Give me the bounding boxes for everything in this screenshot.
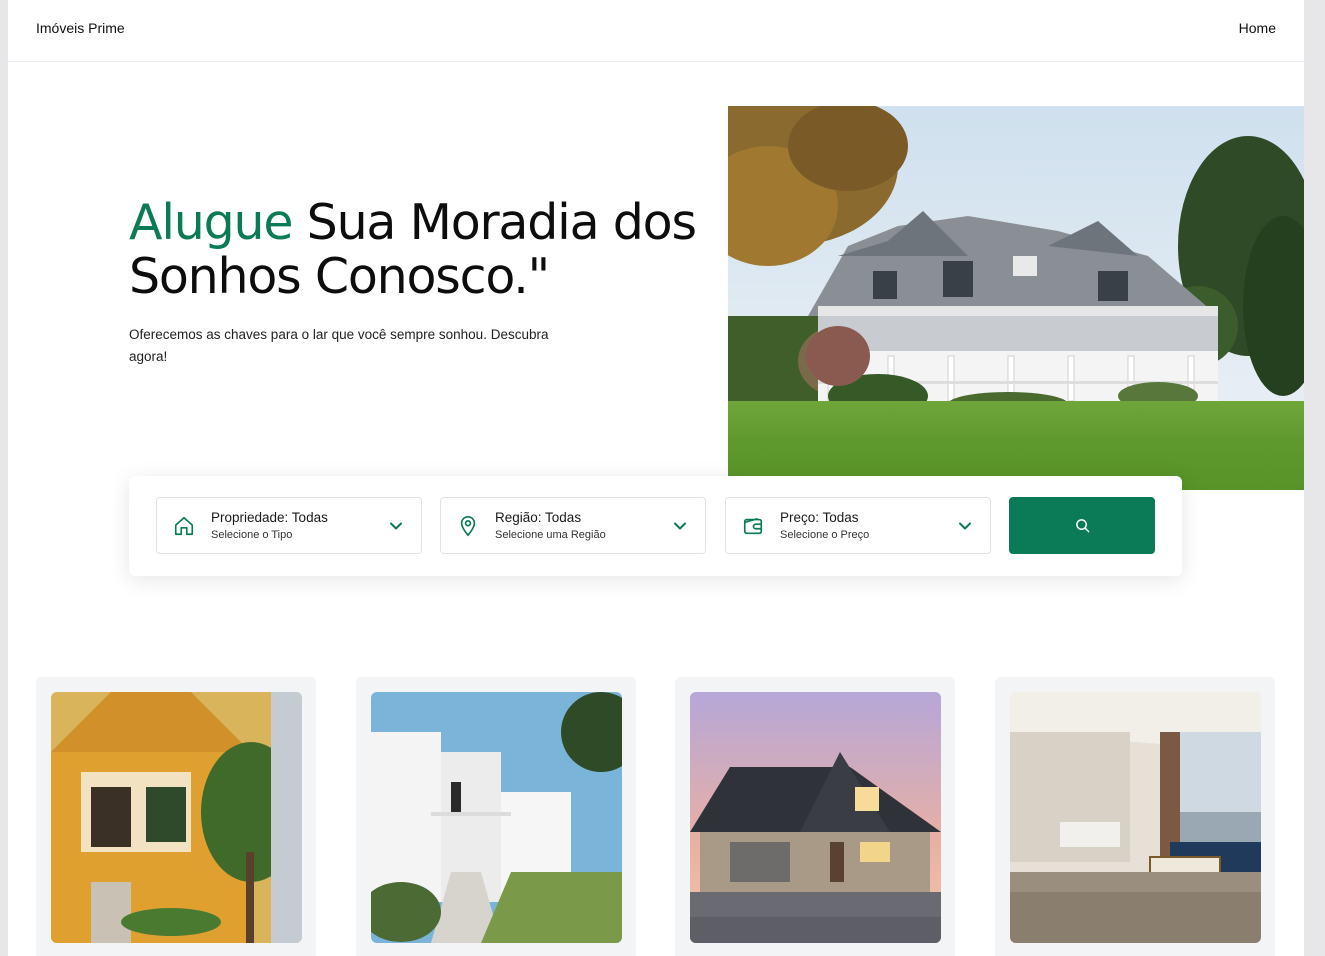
chevron-down-icon (390, 522, 402, 530)
hero-title-accent: Alugue (129, 194, 293, 251)
listing-card[interactable] (675, 677, 955, 956)
chevron-down-icon (959, 522, 971, 530)
listing-card[interactable] (995, 677, 1275, 956)
listing-card[interactable] (356, 677, 636, 956)
region-dropdown[interactable]: Região: Todas Selecione uma Região (440, 497, 706, 554)
hero-title: Alugue Sua Moradia dos Sonhos Conosco." (129, 196, 729, 304)
search-icon (1076, 519, 1090, 533)
property-filter-label: Propriedade: Todas (211, 510, 328, 525)
page: Imóveis Prime Home Alugue Sua Moradia do… (8, 0, 1304, 956)
brand-logo[interactable]: Imóveis Prime (36, 20, 125, 36)
nav-home-link[interactable]: Home (1239, 20, 1276, 36)
home-icon (174, 516, 194, 536)
living-room-interior-photo[interactable] (1010, 692, 1261, 943)
scrollbar-track[interactable] (1304, 0, 1325, 956)
region-filter-hint: Selecione uma Região (495, 529, 606, 541)
price-filter-hint: Selecione o Preço (780, 529, 870, 541)
search-button[interactable] (1009, 497, 1155, 554)
hero-subtitle: Oferecemos as chaves para o lar que você… (129, 327, 549, 364)
hero-house-image (728, 106, 1304, 490)
chevron-down-icon (674, 522, 686, 530)
search-bar: Propriedade: Todas Selecione o Tipo Regi… (129, 476, 1182, 576)
property-filter-hint: Selecione o Tipo (211, 529, 293, 541)
suburban-house-dusk-photo[interactable] (690, 692, 941, 943)
navbar: Imóveis Prime Home (8, 0, 1304, 62)
price-dropdown[interactable]: Preço: Todas Selecione o Preço (725, 497, 991, 554)
white-modern-house-photo[interactable] (371, 692, 622, 943)
price-filter-label: Preço: Todas (780, 510, 859, 525)
wallet-icon (743, 517, 763, 535)
yellow-house-photo[interactable] (51, 692, 302, 943)
region-filter-label: Região: Todas (495, 510, 582, 525)
property-type-dropdown[interactable]: Propriedade: Todas Selecione o Tipo (156, 497, 422, 554)
listing-card[interactable] (36, 677, 316, 956)
location-pin-icon (460, 516, 476, 537)
